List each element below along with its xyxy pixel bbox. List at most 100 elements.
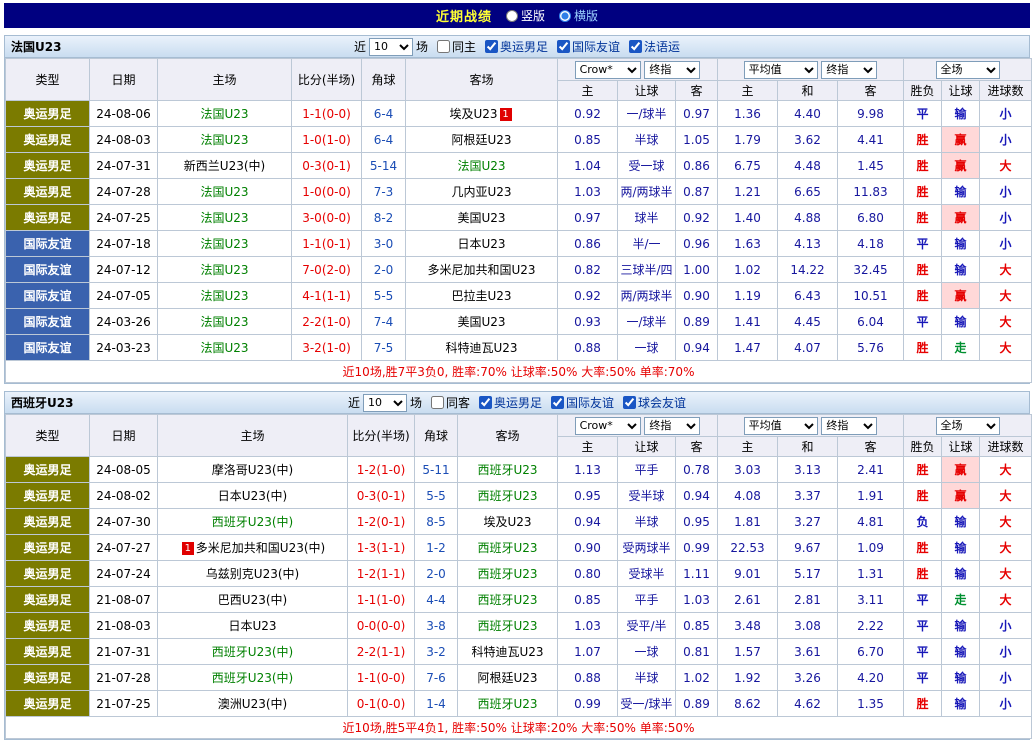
goals-result: 大	[979, 482, 1033, 509]
layout-option-vertical[interactable]: 竖版	[505, 7, 545, 24]
avg-odds-time-select[interactable]: 终指	[821, 416, 878, 435]
team-name-link[interactable]: 西班牙U23	[477, 567, 537, 581]
team-name-link[interactable]: 科特迪瓦U23	[445, 341, 517, 355]
score-cell[interactable]: 1-3(1-1)	[347, 534, 415, 561]
team-name-link[interactable]: 法国U23	[200, 211, 248, 225]
competition-checkbox-olympic[interactable]: 奥运男足	[473, 394, 542, 411]
score-cell[interactable]: 1-1(0-0)	[347, 664, 415, 691]
competition-checkbox-other[interactable]: 法语运	[623, 38, 680, 55]
score-cell[interactable]: 0-3(0-1)	[291, 152, 362, 179]
team-name-link[interactable]: 西班牙U23	[477, 541, 537, 555]
vertical-layout-radio[interactable]	[505, 9, 518, 22]
score-cell[interactable]: 1-1(1-0)	[347, 586, 415, 613]
team-name-link[interactable]: 巴西U23(中)	[218, 593, 287, 607]
team-name-link[interactable]: 日本U23	[457, 237, 505, 251]
competition-checkbox-olympic-input[interactable]	[485, 40, 498, 53]
avg-home-odds: 1.79	[717, 126, 778, 153]
team-name-link[interactable]: 法国U23	[200, 341, 248, 355]
team-name-link[interactable]: 埃及U23	[483, 515, 531, 529]
score-cell[interactable]: 1-1(0-1)	[291, 230, 362, 257]
corner-cell: 8-2	[361, 204, 406, 231]
team-name-link[interactable]: 法国U23	[457, 159, 505, 173]
team-name-link[interactable]: 日本U23	[228, 619, 276, 633]
team-name-link[interactable]: 西班牙U23	[477, 463, 537, 477]
team-name-link[interactable]: 西班牙U23(中)	[212, 515, 293, 529]
bookmaker-select[interactable]: Crow*	[574, 416, 641, 435]
score-cell[interactable]: 1-2(1-1)	[347, 560, 415, 587]
competition-checkbox-olympic-input[interactable]	[479, 396, 492, 409]
score-cell[interactable]: 3-0(0-0)	[291, 204, 362, 231]
team-name-link[interactable]: 法国U23	[200, 263, 248, 277]
score-cell[interactable]: 0-1(0-0)	[347, 690, 415, 717]
handicap-result: 赢	[941, 152, 981, 179]
avg-odds-select[interactable]: 平均值	[743, 60, 818, 79]
team-name-link[interactable]: 摩洛哥U23(中)	[212, 463, 293, 477]
team-name-link[interactable]: 巴拉圭U23	[451, 289, 511, 303]
asian-odds-time-select[interactable]: 终指	[644, 416, 701, 435]
team-name-link[interactable]: 法国U23	[200, 133, 248, 147]
team-name-link[interactable]: 阿根廷U23	[451, 133, 511, 147]
avg-odds-time-select[interactable]: 终指	[821, 60, 878, 79]
team-name-link[interactable]: 法国U23	[200, 107, 248, 121]
competition-checkbox-club-friendly[interactable]: 球会友谊	[617, 394, 686, 411]
competition-checkbox-friendly[interactable]: 国际友谊	[545, 394, 614, 411]
team-name-link[interactable]: 法国U23	[200, 289, 248, 303]
competition-checkbox-friendly[interactable]: 国际友谊	[551, 38, 620, 55]
avg-away-odds: 4.18	[836, 230, 905, 257]
same-venue-checkbox[interactable]: 同主	[431, 38, 476, 55]
horizontal-layout-radio[interactable]	[559, 9, 571, 22]
subcol-avg-home: 主	[717, 436, 778, 457]
same-venue-checkbox-input[interactable]	[430, 396, 444, 409]
score-cell[interactable]: 1-1(0-0)	[291, 100, 362, 127]
team-name-link[interactable]: 西班牙U23(中)	[212, 671, 293, 685]
score-cell[interactable]: 1-2(1-0)	[347, 456, 415, 483]
score-cell[interactable]: 3-2(1-0)	[291, 334, 362, 361]
full-match-select[interactable]: 全场	[935, 416, 1000, 435]
team-name-link[interactable]: 埃及U23	[449, 107, 497, 121]
score-cell[interactable]: 1-2(0-1)	[347, 508, 415, 535]
team-name-link[interactable]: 新西兰U23(中)	[184, 159, 265, 173]
team-name-link[interactable]: 西班牙U23(中)	[212, 645, 293, 659]
team-name-link[interactable]: 美国U23	[457, 315, 505, 329]
score-cell[interactable]: 1-0(0-0)	[291, 178, 362, 205]
team-name-link[interactable]: 多米尼加共和国U23(中)	[196, 541, 325, 555]
layout-option-horizontal[interactable]: 横版	[559, 7, 598, 24]
score-cell[interactable]: 0-3(0-1)	[347, 482, 415, 509]
team-name-link[interactable]: 几内亚U23	[451, 185, 511, 199]
team-name-link[interactable]: 日本U23(中)	[218, 489, 287, 503]
score-cell[interactable]: 1-0(1-0)	[291, 126, 362, 153]
team-name-link[interactable]: 多米尼加共和国U23	[427, 263, 535, 277]
team-name-link[interactable]: 西班牙U23	[477, 619, 537, 633]
competition-checkbox-club-friendly-input[interactable]	[623, 396, 637, 409]
score-cell[interactable]: 0-0(0-0)	[347, 612, 415, 639]
filter-bar: 近 10 场 同客 奥运男足 国际友谊 球会友谊	[348, 393, 686, 412]
asian-odds-time-select[interactable]: 终指	[644, 60, 701, 79]
team-name-link[interactable]: 美国U23	[457, 211, 505, 225]
same-venue-checkbox[interactable]: 同客	[425, 394, 470, 411]
games-count-select[interactable]: 10	[362, 393, 407, 412]
score-cell[interactable]: 2-2(1-1)	[347, 638, 415, 665]
competition-checkbox-olympic[interactable]: 奥运男足	[479, 38, 548, 55]
team-name-link[interactable]: 法国U23	[200, 315, 248, 329]
team-name-link[interactable]: 科特迪瓦U23	[471, 645, 543, 659]
competition-checkbox-friendly-input[interactable]	[551, 396, 565, 409]
score-cell[interactable]: 4-1(1-1)	[291, 282, 362, 309]
games-count-select[interactable]: 10	[368, 37, 413, 56]
team-name-link[interactable]: 乌兹别克U23(中)	[206, 567, 299, 581]
team-name-link[interactable]: 法国U23	[200, 237, 248, 251]
score-cell[interactable]: 2-2(1-0)	[291, 308, 362, 335]
team-name-link[interactable]: 阿根廷U23	[477, 671, 537, 685]
bookmaker-select[interactable]: Crow*	[574, 60, 641, 79]
full-match-select[interactable]: 全场	[935, 60, 1000, 79]
team-name-link[interactable]: 西班牙U23	[477, 593, 537, 607]
team-name-link[interactable]: 法国U23	[200, 185, 248, 199]
team-name-link[interactable]: 澳洲U23(中)	[218, 697, 287, 711]
competition-type: 奥运男足	[5, 586, 90, 613]
same-venue-checkbox-input[interactable]	[436, 40, 450, 53]
team-name-link[interactable]: 西班牙U23	[477, 697, 537, 711]
score-cell[interactable]: 7-0(2-0)	[291, 256, 362, 283]
competition-checkbox-friendly-input[interactable]	[557, 40, 571, 53]
team-name-link[interactable]: 西班牙U23	[477, 489, 537, 503]
avg-odds-select[interactable]: 平均值	[743, 416, 818, 435]
competition-checkbox-other-input[interactable]	[629, 40, 643, 53]
